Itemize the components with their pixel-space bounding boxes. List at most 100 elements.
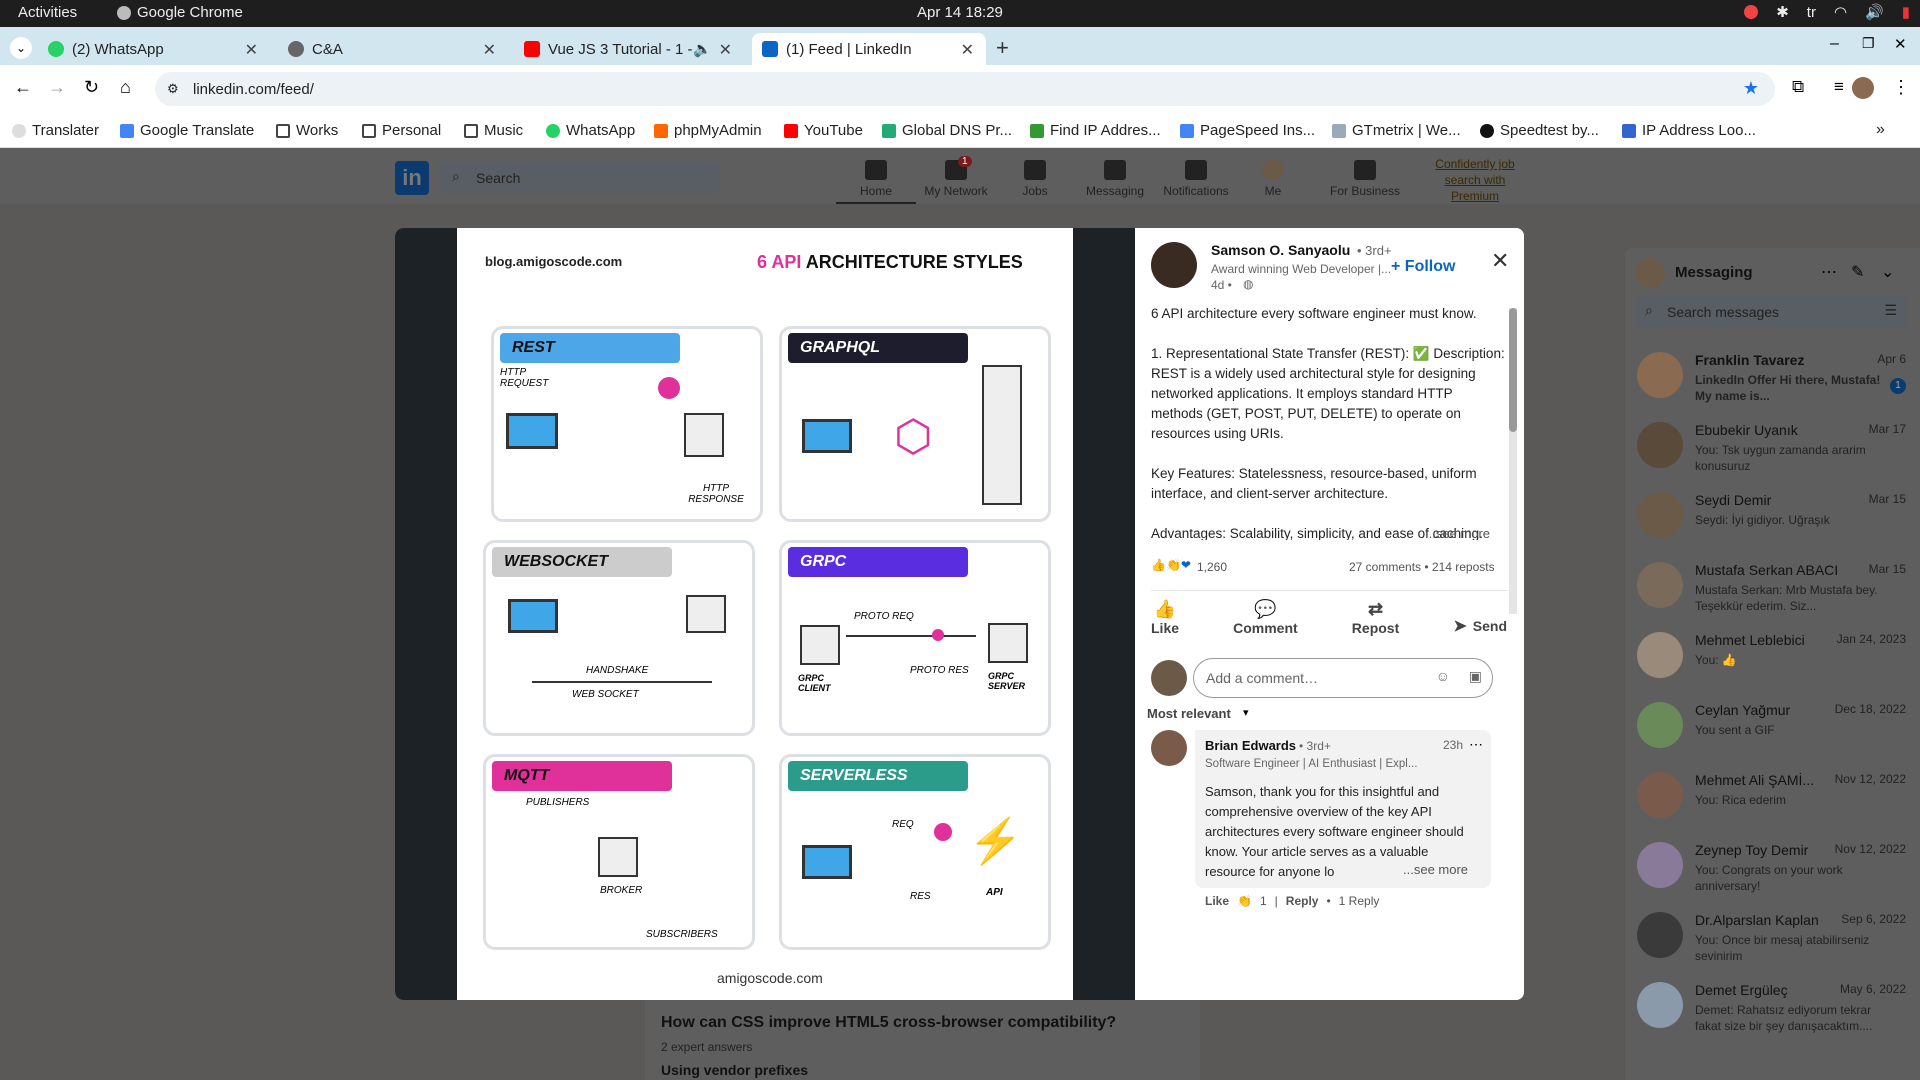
back-icon[interactable]: ← — [14, 77, 32, 98]
like-button[interactable]: 👍 Like — [1151, 599, 1179, 644]
more-options-icon[interactable]: ⋯ — [1821, 262, 1837, 282]
linkedin-logo[interactable]: in — [395, 161, 429, 195]
reply-button[interactable]: Reply — [1286, 894, 1319, 908]
bookmark-pagespeed[interactable]: PageSpeed Ins... — [1180, 122, 1315, 139]
bookmark-ip-lookup[interactable]: IP Address Loo... — [1622, 122, 1756, 139]
close-tab-icon[interactable]: ✕ — [961, 40, 974, 60]
conversation-item[interactable]: Mehmet Leblebici Jan 24, 2023 You: 👍 — [1625, 624, 1920, 694]
wifi-icon[interactable]: ◠ — [1834, 3, 1847, 21]
maximize-button[interactable]: ❐ — [1862, 35, 1875, 52]
conversation-item[interactable]: Mustafa Serkan ABACI Mar 15 Mustafa Serkan… — [1625, 554, 1920, 624]
author-avatar[interactable] — [1151, 242, 1197, 288]
reaction-count[interactable]: 1,260 — [1197, 560, 1227, 574]
nav-notifications[interactable]: Notifications — [1156, 160, 1236, 198]
close-window-button[interactable]: ✕ — [1894, 35, 1907, 53]
close-tab-icon[interactable]: ✕ — [483, 40, 496, 60]
conversation-item[interactable]: Zeynep Toy Demir Nov 12, 2022 You: Congrat… — [1625, 834, 1920, 904]
extensions-icon[interactable]: ⧉ — [1792, 77, 1804, 97]
tab-ca[interactable]: C&A ✕ — [278, 33, 508, 65]
bookmark-google-translate[interactable]: Google Translate — [120, 122, 254, 139]
address-bar[interactable]: ⚙ linkedin.com/feed/ ★ — [155, 72, 1775, 106]
activities-button[interactable]: Activities — [18, 4, 77, 21]
more-bookmarks-icon[interactable]: » — [1876, 121, 1885, 139]
conversation-item[interactable]: Dr.Alparslan Kaplan Sep 6, 2022 You: Once … — [1625, 904, 1920, 974]
conversation-item[interactable]: Mehmet Ali ŞAMİ... Nov 12, 2022 You: Rica … — [1625, 764, 1920, 834]
bookmark-gtmetrix[interactable]: GTmetrix | We... — [1332, 122, 1461, 139]
post-see-more[interactable]: ...see more — [1425, 526, 1490, 541]
audio-playing-icon[interactable]: 🔈 — [693, 40, 712, 58]
search-messages-input[interactable]: ⌕ Search messages ☰ — [1635, 296, 1907, 328]
system-tray[interactable]: ✱ tr ◠ 🔊 ▮ — [1744, 3, 1910, 21]
chrome-tray-icon[interactable] — [1744, 5, 1759, 19]
conversation-item[interactable]: Franklin Tavarez Apr 6 LinkedIn Offer Hi t… — [1625, 344, 1920, 414]
commenter-name[interactable]: Brian Edwards — [1205, 738, 1296, 753]
comment-like-button[interactable]: Like — [1205, 894, 1229, 908]
send-button[interactable]: ➤ Send — [1453, 599, 1507, 644]
bookmark-whatsapp[interactable]: WhatsApp — [546, 122, 635, 139]
bookmark-star-icon[interactable]: ★ — [1743, 78, 1759, 99]
home-icon[interactable]: ⌂ — [120, 77, 131, 98]
nav-jobs[interactable]: Jobs — [1010, 160, 1060, 198]
question-title[interactable]: How can CSS improve HTML5 cross-browser … — [661, 1014, 1116, 1032]
compose-icon[interactable]: ✎ — [1851, 262, 1864, 282]
emoji-icon[interactable]: ☺ — [1436, 668, 1450, 684]
messaging-title[interactable]: Messaging — [1675, 264, 1753, 281]
bookmark-global-dns[interactable]: Global DNS Pr... — [882, 122, 1012, 139]
conversation-item[interactable]: Ceylan Yağmur Dec 18, 2022 You sent a GIF — [1625, 694, 1920, 764]
comment-see-more[interactable]: ...see more — [1399, 862, 1469, 877]
commenter-avatar[interactable] — [1151, 730, 1187, 766]
image-icon[interactable]: ▣ — [1469, 668, 1482, 685]
comment-menu-icon[interactable]: ⋯ — [1469, 736, 1483, 753]
bookmark-youtube[interactable]: YouTube — [784, 122, 863, 139]
battery-icon[interactable]: ▮ — [1902, 3, 1910, 21]
bookmark-phpmyadmin[interactable]: phpMyAdmin — [654, 122, 762, 139]
nav-messaging[interactable]: Messaging — [1080, 160, 1150, 198]
volume-icon[interactable]: 🔊 — [1865, 3, 1884, 21]
conversation-item[interactable]: Demet Ergüleç May 6, 2022 Demet: Rahatsız … — [1625, 974, 1920, 1044]
chrome-menu-icon[interactable]: ⋮ — [1892, 77, 1910, 98]
chevron-down-icon[interactable]: ⌄ — [1881, 262, 1894, 282]
nav-me[interactable]: Me — [1248, 160, 1298, 198]
conversation-item[interactable]: Ebubekir Uyanık Mar 17 You: Tsk uygun zama… — [1625, 414, 1920, 484]
reply-count[interactable]: 1 Reply — [1339, 894, 1380, 908]
language-indicator[interactable]: tr — [1807, 4, 1816, 21]
bookmark-find-ip[interactable]: Find IP Addres... — [1030, 122, 1161, 139]
repost-button[interactable]: ⇄ Repost — [1352, 599, 1399, 644]
tab-linkedin[interactable]: (1) Feed | LinkedIn ✕ — [752, 33, 986, 65]
bookmark-folder-music[interactable]: Music — [464, 122, 523, 139]
bookmark-translater[interactable]: Translater — [12, 122, 99, 139]
comments-reposts[interactable]: 27 comments • 214 reposts — [1349, 560, 1495, 574]
scrollbar-thumb[interactable] — [1509, 308, 1517, 432]
tab-search-icon[interactable]: ⌄ — [10, 37, 32, 59]
close-tab-icon[interactable]: ✕ — [245, 40, 258, 60]
sort-dropdown[interactable]: Most relevant — [1147, 706, 1231, 721]
close-tab-icon[interactable]: ✕ — [719, 40, 732, 60]
comment-input[interactable]: Add a comment… ☺ ▣ — [1193, 658, 1493, 698]
answer-title[interactable]: Using vendor prefixes — [661, 1062, 808, 1078]
search-input[interactable]: ⌕ Search — [440, 162, 720, 194]
nav-home[interactable]: Home — [836, 160, 916, 204]
bookmark-speedtest[interactable]: Speedtest by... — [1480, 122, 1599, 139]
clock[interactable]: Apr 14 18:29 — [917, 4, 1003, 21]
conversation-item[interactable]: Seydi Demir Mar 15 Seydi: İyi gidiyor. Uğr… — [1625, 484, 1920, 554]
close-icon[interactable]: ✕ — [1491, 248, 1509, 274]
premium-link[interactable]: Confidently job search with Premium — [1420, 156, 1530, 204]
site-info-icon[interactable]: ⚙ — [167, 81, 179, 97]
nav-my-network[interactable]: My Network 1 — [918, 156, 994, 198]
minimize-button[interactable]: – — [1830, 35, 1839, 53]
nav-for-business[interactable]: For Business — [1320, 160, 1410, 198]
follow-button[interactable]: + Follow — [1391, 258, 1455, 276]
media-controls-icon[interactable]: ≡ — [1834, 77, 1844, 97]
bookmark-folder-works[interactable]: Works — [276, 122, 338, 139]
tab-whatsapp[interactable]: (2) WhatsApp ✕ — [38, 33, 270, 65]
new-tab-button[interactable]: + — [996, 35, 1009, 61]
profile-avatar[interactable] — [1852, 77, 1874, 99]
app-menu[interactable]: Google Chrome — [117, 4, 243, 21]
author-name[interactable]: Samson O. Sanyaolu — [1211, 242, 1350, 258]
comment-button[interactable]: 💬 Comment — [1233, 599, 1298, 644]
forward-icon[interactable]: → — [48, 77, 66, 98]
reload-icon[interactable]: ↻ — [84, 77, 99, 98]
bookmark-folder-personal[interactable]: Personal — [362, 122, 441, 139]
tab-vue[interactable]: Vue JS 3 Tutorial - 1 - 🔈 ✕ — [514, 33, 744, 65]
bluetooth-icon[interactable]: ✱ — [1776, 3, 1789, 21]
